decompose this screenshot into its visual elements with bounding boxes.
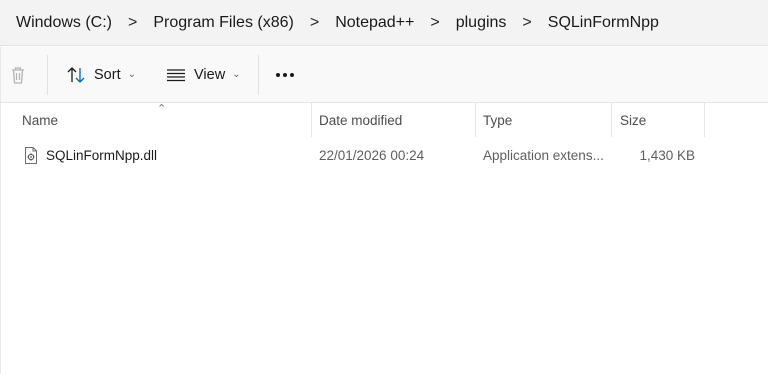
column-header-size[interactable]: Size — [620, 103, 702, 137]
column-header-date-modified[interactable]: Date modified — [319, 103, 474, 137]
column-header-name[interactable]: Name — [22, 103, 310, 137]
chevron-down-icon: ⌄ — [127, 69, 136, 80]
chevron-right-icon[interactable]: > — [416, 14, 453, 32]
breadcrumb-item-current[interactable]: SQLinFormNpp — [546, 14, 661, 32]
chevron-right-icon[interactable]: > — [296, 14, 333, 32]
sort-button[interactable]: Sort ⌄ — [66, 57, 136, 93]
chevron-down-icon: ⌄ — [232, 69, 241, 80]
window-edge — [0, 47, 1, 374]
view-label: View — [194, 66, 226, 83]
breadcrumb-item-notepadpp[interactable]: Notepad++ — [333, 14, 416, 32]
trash-icon — [12, 66, 24, 84]
column-divider[interactable] — [475, 103, 476, 137]
file-name-cell: SQLinFormNpp.dll — [24, 140, 310, 170]
toolbar-divider — [47, 54, 48, 95]
breadcrumb-item-plugins[interactable]: plugins — [454, 14, 509, 32]
more-options-button[interactable] — [276, 57, 294, 93]
file-size: 1,430 KB — [639, 147, 695, 163]
delete-button[interactable] — [6, 57, 30, 93]
view-button[interactable]: View ⌄ — [166, 57, 241, 93]
file-row[interactable]: SQLinFormNpp.dll 22/01/2026 00:24 Applic… — [0, 140, 768, 170]
view-list-icon — [167, 68, 185, 81]
file-type: Application extens... — [483, 147, 604, 163]
dll-file-icon — [25, 146, 37, 164]
sort-icon — [67, 66, 85, 83]
breadcrumb-item-drive[interactable]: Windows (C:) — [14, 14, 114, 32]
command-bar: Sort ⌄ View ⌄ — [0, 47, 768, 103]
column-header-type[interactable]: Type — [483, 103, 609, 137]
chevron-right-icon[interactable]: > — [508, 14, 545, 32]
breadcrumb-item-program-files[interactable]: Program Files (x86) — [151, 14, 295, 32]
column-divider[interactable] — [611, 103, 612, 137]
column-header: ⌃ Name Date modified Type Size — [0, 103, 768, 137]
file-explorer-window: Windows (C:) > Program Files (x86) > Not… — [0, 0, 768, 374]
toolbar-divider — [258, 54, 259, 95]
chevron-right-icon[interactable]: > — [114, 14, 151, 32]
file-name: SQLinFormNpp.dll — [46, 147, 158, 163]
file-date-modified: 22/01/2026 00:24 — [319, 147, 425, 163]
column-divider[interactable] — [704, 103, 705, 137]
more-icon — [276, 72, 294, 77]
address-bar[interactable]: Windows (C:) > Program Files (x86) > Not… — [0, 0, 768, 46]
breadcrumb: Windows (C:) > Program Files (x86) > Not… — [0, 14, 661, 32]
column-divider[interactable] — [311, 103, 312, 137]
sort-label: Sort — [94, 66, 121, 83]
